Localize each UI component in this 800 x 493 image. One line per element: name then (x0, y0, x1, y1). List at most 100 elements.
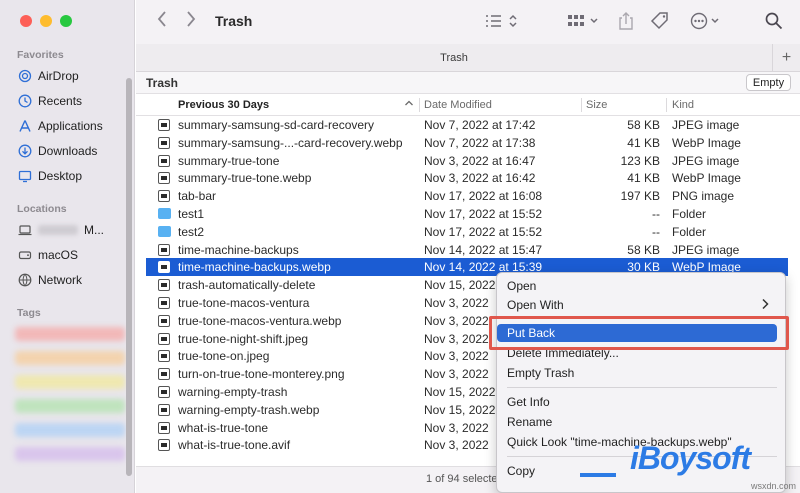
back-button[interactable] (156, 10, 168, 33)
forward-button[interactable] (185, 10, 197, 33)
table-row[interactable]: test1 Nov 17, 2022 at 15:52 -- Folder (146, 205, 788, 223)
column-kind-header[interactable]: Kind (672, 99, 694, 111)
file-name: true-tone-night-shift.jpeg (178, 332, 309, 346)
table-row[interactable]: summary-samsung-...-card-recovery.webp No… (146, 134, 788, 152)
column-separator[interactable] (419, 98, 420, 112)
file-icon (158, 368, 172, 380)
airdrop-icon (18, 69, 32, 83)
share-button[interactable] (618, 11, 634, 36)
table-row[interactable]: summary-true-tone Nov 3, 2022 at 16:47 123… (146, 152, 788, 170)
clock-icon (18, 94, 32, 108)
tag-yellow[interactable] (15, 375, 125, 389)
sidebar-item-label: macOS (38, 248, 79, 262)
sidebar-item-downloads[interactable]: Downloads (18, 141, 128, 161)
menu-item-rename[interactable]: Rename (507, 413, 552, 431)
date-modified: Nov 17, 2022 at 16:08 (424, 189, 543, 203)
column-date-header[interactable]: Date Modified (424, 99, 492, 111)
laptop-icon (18, 223, 32, 237)
sidebar-item-airdrop[interactable]: AirDrop (18, 66, 128, 86)
file-name: turn-on-true-tone-monterey.png (178, 367, 345, 381)
file-name: time-machine-backups.webp (178, 260, 331, 274)
file-name: true-tone-on.jpeg (178, 349, 270, 363)
sidebar-item-network[interactable]: Network (18, 270, 128, 290)
file-kind: Folder (672, 207, 707, 221)
tag-red[interactable] (15, 327, 125, 341)
file-name: test1 (178, 207, 205, 221)
menu-item-open[interactable]: Open (507, 277, 536, 295)
file-kind: WebP Image (672, 136, 741, 150)
date-modified: Nov 7, 2022 at 17:42 (424, 118, 536, 132)
table-row[interactable]: summary-true-tone.webp Nov 3, 2022 at 16:… (146, 169, 788, 187)
search-icon (765, 12, 783, 30)
file-icon (158, 261, 172, 273)
file-icon (158, 190, 172, 202)
date-modified: Nov 3, 2022 at 16:42 (424, 171, 536, 185)
window-title: Trash (215, 13, 253, 29)
folder-icon (158, 226, 172, 238)
menu-item-label: Open With (507, 298, 564, 312)
file-name: summary-samsung-...-card-recovery.webp (178, 136, 403, 150)
tab-trash[interactable]: Trash (136, 52, 772, 64)
table-row[interactable]: time-machine-backups Nov 14, 2022 at 15:4… (146, 241, 788, 259)
file-kind: JPEG image (672, 243, 740, 257)
file-name: true-tone-macos-ventura (178, 296, 310, 310)
file-icon (158, 386, 172, 398)
file-icon (158, 333, 172, 345)
path-title: Trash (146, 76, 179, 90)
sidebar-item-macos[interactable]: macOS (18, 245, 128, 265)
sidebar-item-desktop[interactable]: Desktop (18, 166, 128, 186)
file-name: tab-bar (178, 189, 217, 203)
selection-count: 1 of 94 selected (426, 473, 504, 485)
column-name-header[interactable]: Previous 30 Days (178, 99, 269, 111)
file-name: summary-samsung-sd-card-recovery (178, 118, 375, 132)
file-icon (158, 404, 172, 416)
file-icon (158, 297, 172, 309)
sidebar-scrollbar[interactable] (126, 78, 132, 476)
chevron-up-icon[interactable] (404, 98, 414, 111)
table-row[interactable]: summary-samsung-sd-card-recovery Nov 7, 2… (146, 116, 788, 134)
list-view-button[interactable] (485, 13, 519, 34)
action-button[interactable] (690, 12, 724, 35)
share-icon (619, 12, 633, 30)
grid-icon (568, 15, 598, 26)
sidebar-item-label: AirDrop (38, 69, 79, 83)
search-button[interactable] (765, 12, 783, 35)
redacted-name (38, 225, 78, 235)
file-name: what-is-true-tone.avif (178, 438, 291, 452)
column-separator[interactable] (581, 98, 582, 112)
tag-green[interactable] (15, 399, 125, 413)
menu-item-open-with[interactable]: Open With (507, 296, 777, 314)
group-button[interactable] (567, 13, 601, 34)
tag-button[interactable] (650, 11, 670, 36)
tag-orange[interactable] (15, 351, 125, 365)
table-row[interactable]: tab-bar Nov 17, 2022 at 16:08 197 KB PNG im… (146, 187, 788, 205)
menu-item-get-info[interactable]: Get Info (507, 393, 550, 411)
table-row[interactable]: test2 Nov 17, 2022 at 15:52 -- Folder (146, 223, 788, 241)
sidebar-item-computer[interactable]: M... (18, 220, 128, 240)
file-size: 41 KB (627, 136, 660, 150)
sidebar-item-applications[interactable]: Applications (18, 116, 128, 136)
file-icon (158, 137, 172, 149)
file-size: 41 KB (627, 171, 660, 185)
empty-trash-button[interactable]: Empty (746, 74, 791, 91)
chevron-right-icon (761, 298, 769, 313)
date-modified: Nov 3, 2022 at 16:47 (424, 154, 536, 168)
menu-item-copy[interactable]: Copy (507, 462, 535, 480)
menu-item-empty-trash[interactable]: Empty Trash (507, 364, 574, 382)
column-size-header[interactable]: Size (586, 99, 607, 111)
tag-blue[interactable] (15, 423, 125, 437)
toolbar: Trash (136, 0, 800, 44)
file-name: test2 (178, 225, 205, 239)
file-icon (158, 315, 172, 327)
tag-purple[interactable] (15, 447, 125, 461)
zoom-window-button[interactable] (60, 15, 72, 27)
minimize-window-button[interactable] (40, 15, 52, 27)
file-icon (158, 422, 172, 434)
column-separator[interactable] (666, 98, 667, 112)
file-icon (158, 244, 172, 256)
file-kind: WebP Image (672, 171, 741, 185)
sidebar-item-recents[interactable]: Recents (18, 91, 128, 111)
file-kind: JPEG image (672, 118, 740, 132)
close-window-button[interactable] (20, 15, 32, 27)
new-tab-button[interactable]: + (772, 44, 800, 72)
